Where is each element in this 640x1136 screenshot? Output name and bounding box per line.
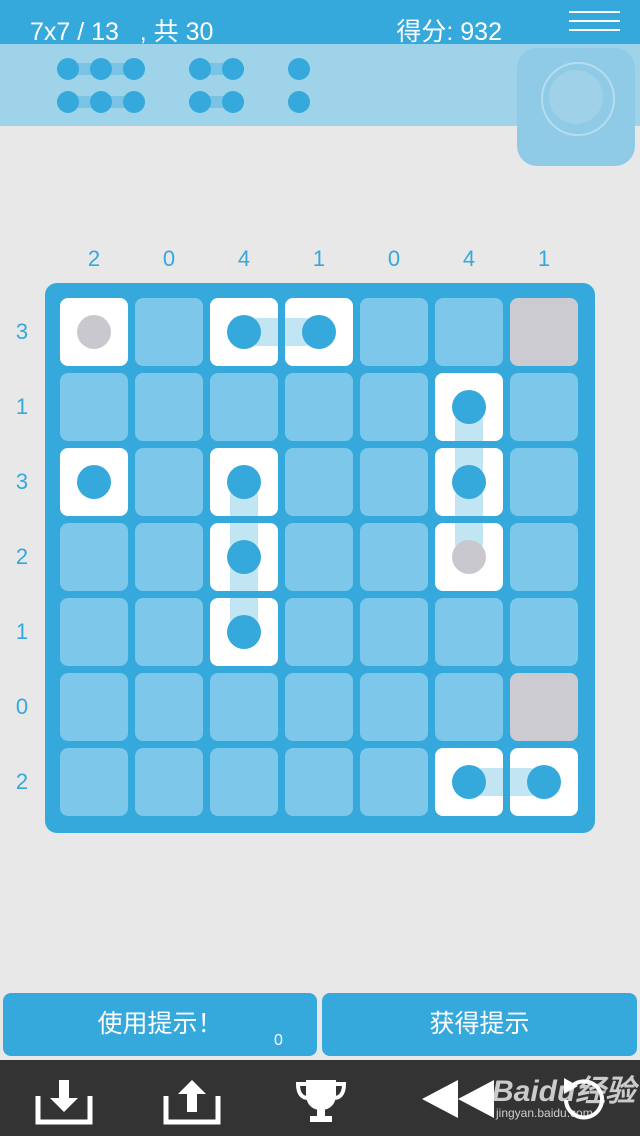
grid-cell[interactable] bbox=[210, 748, 278, 816]
ship-segment bbox=[227, 540, 261, 574]
ship-segment bbox=[227, 315, 261, 349]
grid-cell[interactable] bbox=[510, 448, 578, 516]
row-clue: 3 bbox=[15, 319, 29, 344]
grid-cell[interactable] bbox=[135, 373, 203, 441]
grid-cell[interactable] bbox=[360, 373, 428, 441]
grid-cell[interactable] bbox=[510, 523, 578, 591]
use-hint-label: 使用提示！ bbox=[97, 1010, 223, 1038]
game-board bbox=[45, 283, 595, 833]
grid-cell[interactable] bbox=[510, 373, 578, 441]
grid-cell[interactable] bbox=[135, 673, 203, 741]
grid-cell[interactable] bbox=[135, 598, 203, 666]
row-clue: 1 bbox=[15, 394, 29, 419]
grid-cell[interactable] bbox=[60, 673, 128, 741]
ship-segment bbox=[302, 315, 336, 349]
grid-cell[interactable] bbox=[60, 748, 128, 816]
menu-button[interactable] bbox=[549, 0, 640, 44]
get-hint-label: 获得提示 bbox=[429, 1010, 530, 1038]
ship-size-1 bbox=[288, 58, 310, 80]
grid-cell[interactable] bbox=[435, 598, 503, 666]
watermark-url: jingyan.baidu.com bbox=[496, 1106, 593, 1120]
grid-cell[interactable] bbox=[360, 598, 428, 666]
grid-cell[interactable] bbox=[360, 673, 428, 741]
level-indicator: 7x7 / 13 , 共 30 bbox=[30, 18, 214, 46]
grid-cell[interactable] bbox=[435, 298, 503, 366]
grid-cell[interactable] bbox=[210, 673, 278, 741]
ship-segment bbox=[452, 540, 486, 574]
grid-cell[interactable] bbox=[135, 298, 203, 366]
menu-icon bbox=[569, 11, 620, 13]
use-hint-button[interactable]: 使用提示！ bbox=[3, 993, 317, 1056]
ship-segment bbox=[77, 315, 111, 349]
ship-segment bbox=[227, 615, 261, 649]
upload-icon[interactable] bbox=[162, 1060, 222, 1136]
column-clue: 0 bbox=[162, 246, 176, 271]
ship-size-3 bbox=[57, 91, 145, 113]
grid-cell[interactable] bbox=[285, 748, 353, 816]
ship-segment bbox=[527, 765, 561, 799]
rewind-icon[interactable] bbox=[420, 1060, 496, 1136]
grid-cell[interactable] bbox=[285, 448, 353, 516]
column-clue: 4 bbox=[237, 246, 251, 271]
watermark-text: Baidu经验 bbox=[492, 1075, 636, 1108]
grid-cell[interactable] bbox=[285, 598, 353, 666]
column-clue: 2 bbox=[87, 246, 101, 271]
grid-cell[interactable] bbox=[135, 748, 203, 816]
ship-segment bbox=[227, 465, 261, 499]
ships-remaining-panel bbox=[0, 44, 640, 166]
ship-segment bbox=[77, 465, 111, 499]
grid-cell[interactable] bbox=[360, 523, 428, 591]
get-hint-button[interactable]: 获得提示 bbox=[322, 993, 637, 1056]
hint-count-badge: 0 bbox=[274, 1032, 283, 1049]
grid-cell[interactable] bbox=[135, 448, 203, 516]
row-clue: 2 bbox=[15, 769, 29, 794]
download-icon[interactable] bbox=[34, 1060, 94, 1136]
column-clue: 4 bbox=[462, 246, 476, 271]
grid-cell[interactable] bbox=[60, 598, 128, 666]
column-clue: 1 bbox=[537, 246, 551, 271]
ship-size-2 bbox=[189, 58, 244, 80]
ship-size-1 bbox=[288, 91, 310, 113]
baidu-watermark: Baidu经验 jingyan.baidu.com bbox=[492, 1062, 640, 1124]
ship-segment bbox=[452, 765, 486, 799]
grid-cell[interactable] bbox=[360, 448, 428, 516]
trophy-icon[interactable] bbox=[294, 1060, 348, 1136]
row-clue: 2 bbox=[15, 544, 29, 569]
grid-cell[interactable] bbox=[360, 748, 428, 816]
ship-size-2 bbox=[189, 91, 244, 113]
row-clue: 3 bbox=[15, 469, 29, 494]
column-clue: 0 bbox=[387, 246, 401, 271]
score-display: 得分: 932 bbox=[396, 18, 502, 46]
grid-cell[interactable] bbox=[285, 523, 353, 591]
ship-segment bbox=[452, 390, 486, 424]
grid-cell[interactable] bbox=[60, 373, 128, 441]
grid-cell[interactable] bbox=[285, 373, 353, 441]
grid-cell[interactable] bbox=[210, 373, 278, 441]
grid-cell[interactable] bbox=[60, 523, 128, 591]
grid-cell[interactable] bbox=[510, 598, 578, 666]
grid-cell[interactable] bbox=[135, 523, 203, 591]
grid-cell[interactable] bbox=[285, 673, 353, 741]
row-clue: 1 bbox=[15, 619, 29, 644]
top-bar: 7x7 / 13 , 共 30 得分: 932 bbox=[0, 0, 640, 46]
settings-circle-button[interactable] bbox=[517, 48, 635, 166]
water-cell[interactable] bbox=[510, 673, 578, 741]
row-clue: 0 bbox=[15, 694, 29, 719]
ship-size-3 bbox=[57, 58, 145, 80]
column-clue: 1 bbox=[312, 246, 326, 271]
grid-cell[interactable] bbox=[360, 298, 428, 366]
water-cell[interactable] bbox=[510, 298, 578, 366]
ship-segment bbox=[452, 465, 486, 499]
grid-cell[interactable] bbox=[435, 673, 503, 741]
